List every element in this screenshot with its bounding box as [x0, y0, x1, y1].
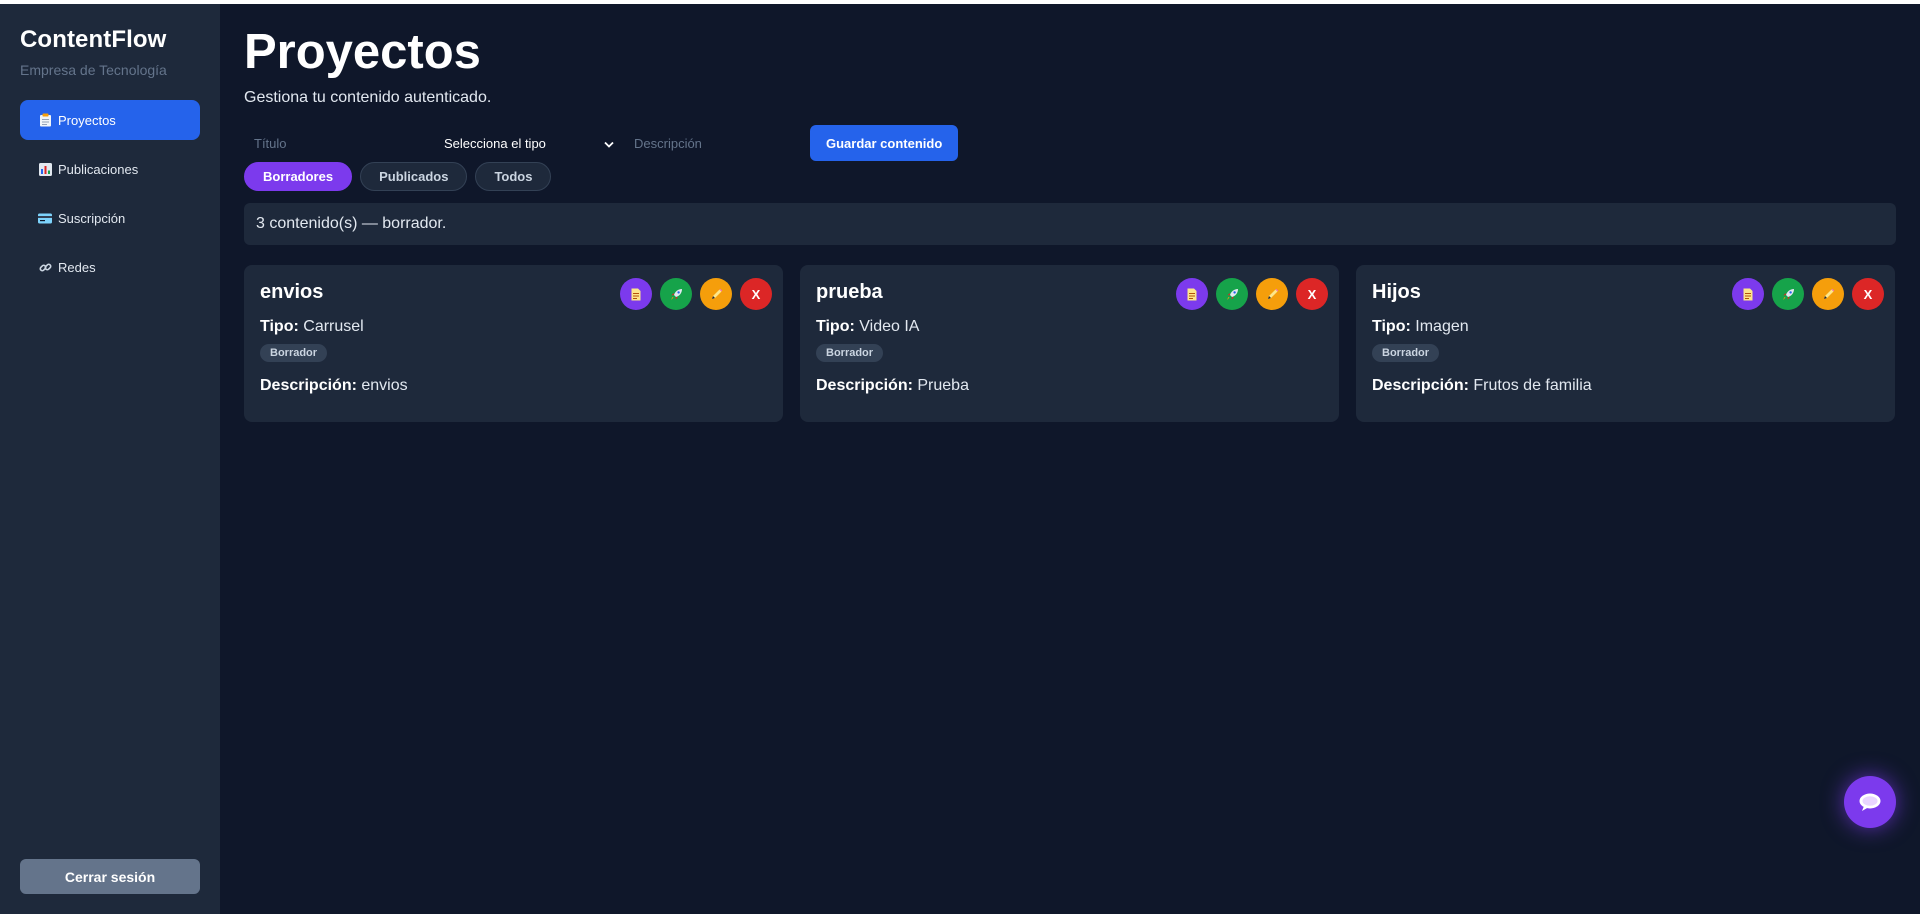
sidebar-nav: Proyectos Publicaciones Suscripción Rede…	[20, 100, 200, 287]
card-type: Tipo: Imagen	[1372, 318, 1883, 336]
tab-publicados[interactable]: Publicados	[360, 161, 468, 191]
publish-button[interactable]	[660, 278, 692, 310]
edit-button[interactable]	[700, 278, 732, 310]
bar-chart-icon	[38, 162, 52, 176]
page-title: Proyectos	[244, 25, 481, 79]
type-value: Imagen	[1415, 318, 1469, 335]
type-value: Carrusel	[303, 318, 364, 335]
rocket-icon	[1226, 288, 1238, 300]
link-icon	[38, 260, 52, 274]
pencil-icon	[1267, 288, 1278, 299]
document-icon	[1743, 288, 1753, 300]
page-subtitle: Gestiona tu contenido autenticado.	[244, 89, 492, 106]
card-description: Descripción: envios	[260, 377, 771, 395]
card-description: Descripción: Prueba	[816, 377, 1327, 395]
brand-name: ContentFlow	[20, 26, 167, 53]
card-type: Tipo: Carrusel	[260, 318, 771, 336]
delete-button[interactable]: X	[1296, 278, 1328, 310]
sidebar: ContentFlow Empresa de Tecnología Proyec…	[0, 4, 220, 914]
pencil-icon	[1823, 288, 1834, 299]
chat-button[interactable]	[1844, 776, 1896, 828]
sidebar-item-publicaciones[interactable]: Publicaciones	[20, 149, 200, 189]
document-button[interactable]	[620, 278, 652, 310]
card-type: Tipo: Video IA	[816, 318, 1327, 336]
sidebar-item-label: Publicaciones	[58, 161, 139, 177]
content-card: Hijos X Tipo: Imagen Borrador Descripció…	[1356, 265, 1895, 422]
description-label: Descripción:	[260, 377, 357, 394]
sidebar-item-label: Proyectos	[58, 112, 116, 128]
rocket-icon	[1782, 288, 1794, 300]
document-button[interactable]	[1176, 278, 1208, 310]
card-description: Descripción: Frutos de familia	[1372, 377, 1883, 395]
content-cards: envios X Tipo: Carrusel Borrador Descrip…	[244, 265, 1896, 422]
pencil-icon	[711, 288, 722, 299]
document-button[interactable]	[1732, 278, 1764, 310]
tab-todos[interactable]: Todos	[475, 161, 552, 191]
type-label: Tipo:	[260, 318, 299, 335]
status-badge: Borrador	[260, 344, 328, 362]
title-input[interactable]	[244, 135, 444, 151]
logout-button[interactable]: Cerrar sesión	[20, 859, 200, 894]
content-form: Selecciona el tipo Guardar contenido	[244, 125, 1896, 161]
card-actions: X	[1732, 278, 1884, 310]
publish-button[interactable]	[1772, 278, 1804, 310]
sidebar-item-suscripcion[interactable]: Suscripción	[20, 198, 200, 238]
status-badge: Borrador	[816, 344, 884, 362]
document-icon	[631, 288, 641, 300]
description-label: Descripción:	[816, 377, 913, 394]
sidebar-item-redes[interactable]: Redes	[20, 247, 200, 287]
edit-button[interactable]	[1256, 278, 1288, 310]
document-icon	[1187, 288, 1197, 300]
sidebar-item-proyectos[interactable]: Proyectos	[20, 100, 200, 140]
delete-button[interactable]: X	[740, 278, 772, 310]
save-content-button[interactable]: Guardar contenido	[810, 125, 959, 161]
sidebar-item-label: Redes	[58, 259, 96, 275]
rocket-icon	[670, 288, 682, 300]
publish-button[interactable]	[1216, 278, 1248, 310]
card-actions: X	[1176, 278, 1328, 310]
tab-borradores[interactable]: Borradores	[244, 161, 353, 191]
summary-bar: 3 contenido(s) — borrador.	[244, 203, 1896, 245]
company-name: Empresa de Tecnología	[20, 62, 167, 78]
description-label: Descripción:	[1372, 377, 1469, 394]
description-value: Frutos de familia	[1473, 377, 1592, 394]
delete-button[interactable]: X	[1852, 278, 1884, 310]
type-label: Tipo:	[1372, 318, 1411, 335]
card-actions: X	[620, 278, 772, 310]
app-frame: ContentFlow Empresa de Tecnología Proyec…	[0, 4, 1920, 914]
content-card: envios X Tipo: Carrusel Borrador Descrip…	[244, 265, 783, 422]
chevron-down-icon	[604, 136, 614, 151]
type-select[interactable]: Selecciona el tipo	[444, 136, 620, 151]
type-select-value: Selecciona el tipo	[444, 135, 546, 151]
summary-text: 3 contenido(s) — borrador.	[256, 215, 447, 232]
credit-card-icon	[38, 211, 52, 225]
description-value: envios	[361, 377, 408, 394]
chat-bubble-icon	[1859, 793, 1881, 811]
main-content: Proyectos Gestiona tu contenido autentic…	[220, 4, 1920, 914]
sidebar-item-label: Suscripción	[58, 210, 126, 226]
description-input[interactable]	[620, 135, 808, 151]
status-badge: Borrador	[1372, 344, 1440, 362]
edit-button[interactable]	[1812, 278, 1844, 310]
status-tabs: Borradores Publicados Todos	[244, 161, 1896, 191]
description-value: Prueba	[917, 377, 969, 394]
type-value: Video IA	[859, 318, 920, 335]
type-label: Tipo:	[816, 318, 855, 335]
clipboard-icon	[38, 113, 52, 127]
content-card: prueba X Tipo: Video IA Borrador Descrip…	[800, 265, 1339, 422]
